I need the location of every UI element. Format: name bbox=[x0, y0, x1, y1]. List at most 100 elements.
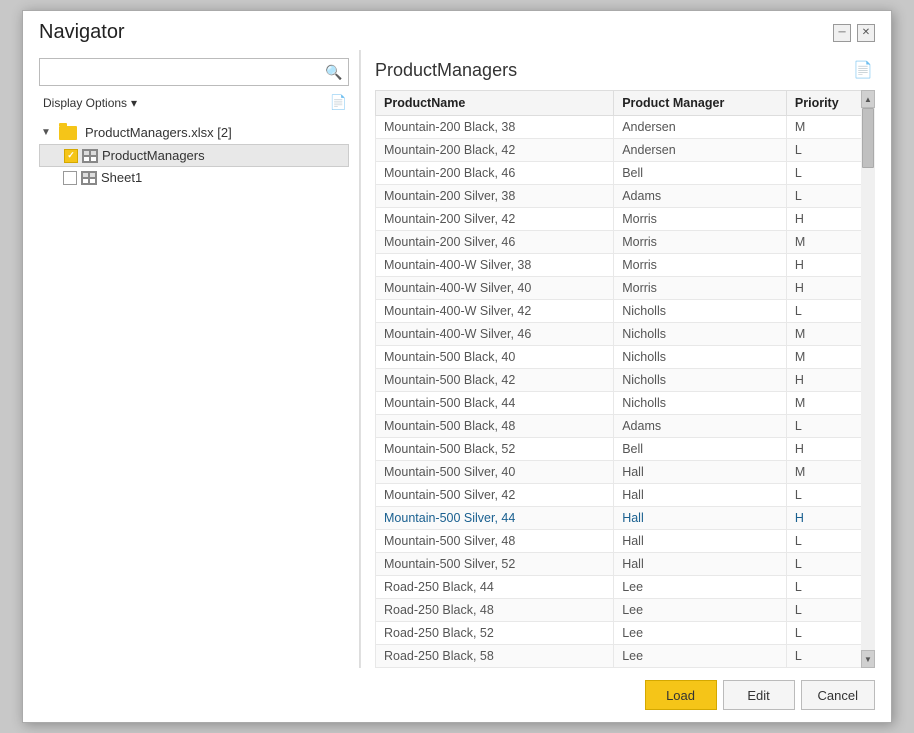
table-row: Mountain-200 Black, 38AndersenM bbox=[376, 116, 875, 139]
table-row: Mountain-200 Silver, 38AdamsL bbox=[376, 185, 875, 208]
table-cell-productname: Mountain-500 Silver, 40 bbox=[376, 461, 614, 484]
table-cell-productname: Mountain-400-W Silver, 38 bbox=[376, 254, 614, 277]
table-row: Mountain-200 Silver, 42MorrisH bbox=[376, 208, 875, 231]
table-row: Mountain-500 Silver, 48HallL bbox=[376, 530, 875, 553]
table-cell-productname: Mountain-200 Black, 46 bbox=[376, 162, 614, 185]
table-row: Road-250 Black, 52LeeL bbox=[376, 622, 875, 645]
table-cell-productname: Mountain-500 Silver, 52 bbox=[376, 553, 614, 576]
tree-file-name: ProductManagers.xlsx [2] bbox=[85, 125, 232, 140]
table-row: Mountain-500 Silver, 52HallL bbox=[376, 553, 875, 576]
tree-expand-toggle[interactable]: ▼ bbox=[41, 127, 55, 138]
table-cell-productmanager: Morris bbox=[614, 277, 787, 300]
table-cell-productmanager: Hall bbox=[614, 507, 787, 530]
table-cell-productmanager: Lee bbox=[614, 645, 787, 668]
table-cell-productname: Mountain-200 Black, 42 bbox=[376, 139, 614, 162]
table-cell-productmanager: Hall bbox=[614, 553, 787, 576]
scrollbar-down-button[interactable]: ▼ bbox=[861, 650, 875, 668]
scrollbar-track bbox=[861, 108, 875, 650]
table-row: Mountain-500 Black, 44NichollsM bbox=[376, 392, 875, 415]
preview-header: ProductManagers 📄 bbox=[375, 58, 875, 82]
close-button[interactable]: ✕ bbox=[857, 24, 875, 42]
load-button[interactable]: Load bbox=[645, 680, 717, 710]
table-cell-productname: Mountain-200 Black, 38 bbox=[376, 116, 614, 139]
navigator-dialog: Navigator ─ ✕ 🔍 Display Options ▾ 📄 bbox=[22, 10, 892, 723]
table-row: Mountain-500 Silver, 40HallM bbox=[376, 461, 875, 484]
data-table: ProductName Product Manager Priority Mou… bbox=[375, 90, 875, 668]
edit-button[interactable]: Edit bbox=[723, 680, 795, 710]
table-cell-productmanager: Lee bbox=[614, 622, 787, 645]
table-cell-productname: Mountain-200 Silver, 38 bbox=[376, 185, 614, 208]
table-cell-productmanager: Adams bbox=[614, 185, 787, 208]
display-options-arrow: ▾ bbox=[131, 96, 137, 110]
table-cell-productname: Mountain-500 Black, 48 bbox=[376, 415, 614, 438]
table-cell-productname: Mountain-400-W Silver, 46 bbox=[376, 323, 614, 346]
table-cell-productmanager: Morris bbox=[614, 208, 787, 231]
table-header: ProductName Product Manager Priority bbox=[376, 91, 875, 116]
display-options-label: Display Options bbox=[43, 96, 127, 110]
table-cell-productname: Road-250 Black, 52 bbox=[376, 622, 614, 645]
table-cell-productname: Mountain-400-W Silver, 42 bbox=[376, 300, 614, 323]
table-cell-productname: Mountain-500 Black, 44 bbox=[376, 392, 614, 415]
table-row: Mountain-500 Silver, 42HallL bbox=[376, 484, 875, 507]
tree-item-productmanagers[interactable]: ProductManagers bbox=[39, 144, 349, 167]
left-panel: 🔍 Display Options ▾ 📄 ▼ ProductManagers.… bbox=[39, 50, 359, 668]
search-button[interactable]: 🔍 bbox=[320, 58, 348, 86]
table-cell-productname: Mountain-200 Silver, 46 bbox=[376, 231, 614, 254]
left-panel-icon-button[interactable]: 📄 bbox=[328, 92, 349, 113]
col-header-productname: ProductName bbox=[376, 91, 614, 116]
table-cell-productname: Mountain-500 Silver, 42 bbox=[376, 484, 614, 507]
display-options-button[interactable]: Display Options ▾ bbox=[39, 94, 141, 112]
table-cell-productmanager: Morris bbox=[614, 231, 787, 254]
table-icon-sheet1 bbox=[81, 171, 97, 185]
tree-item-sheet1-label: Sheet1 bbox=[101, 170, 142, 185]
table-cell-productmanager: Nicholls bbox=[614, 369, 787, 392]
window-controls: ─ ✕ bbox=[833, 24, 875, 42]
tree-area: ▼ ProductManagers.xlsx [2] ProductManage… bbox=[39, 121, 349, 668]
table-cell-productname: Mountain-500 Silver, 48 bbox=[376, 530, 614, 553]
table-cell-productname: Mountain-200 Silver, 42 bbox=[376, 208, 614, 231]
dialog-footer: Load Edit Cancel bbox=[23, 668, 891, 722]
table-cell-productmanager: Lee bbox=[614, 576, 787, 599]
tree-file-node: ▼ ProductManagers.xlsx [2] bbox=[39, 121, 349, 144]
table-row: Road-250 Black, 44LeeL bbox=[376, 576, 875, 599]
folder-icon bbox=[59, 126, 77, 140]
col-header-productmanager: Product Manager bbox=[614, 91, 787, 116]
table-cell-productname: Road-250 Black, 44 bbox=[376, 576, 614, 599]
cancel-button[interactable]: Cancel bbox=[801, 680, 875, 710]
table-row: Road-250 Black, 58LeeL bbox=[376, 645, 875, 668]
search-box: 🔍 bbox=[39, 58, 349, 86]
table-row: Mountain-200 Black, 42AndersenL bbox=[376, 139, 875, 162]
table-row: Mountain-400-W Silver, 46NichollsM bbox=[376, 323, 875, 346]
table-cell-productname: Mountain-500 Silver, 44 bbox=[376, 507, 614, 530]
scrollbar-up-button[interactable]: ▲ bbox=[861, 90, 875, 108]
tree-item-sheet1[interactable]: Sheet1 bbox=[39, 167, 349, 188]
data-table-scroll[interactable]: ProductName Product Manager Priority Mou… bbox=[375, 90, 875, 668]
table-cell-productname: Road-250 Black, 48 bbox=[376, 599, 614, 622]
table-cell-productmanager: Lee bbox=[614, 599, 787, 622]
table-cell-productmanager: Hall bbox=[614, 484, 787, 507]
search-input[interactable] bbox=[40, 63, 320, 82]
header-row: ProductName Product Manager Priority bbox=[376, 91, 875, 116]
table-cell-productname: Mountain-400-W Silver, 40 bbox=[376, 277, 614, 300]
table-row: Mountain-400-W Silver, 42NichollsL bbox=[376, 300, 875, 323]
table-row: Road-250 Black, 48LeeL bbox=[376, 599, 875, 622]
table-cell-productmanager: Nicholls bbox=[614, 323, 787, 346]
table-body: Mountain-200 Black, 38AndersenMMountain-… bbox=[376, 116, 875, 668]
table-row: Mountain-500 Black, 40NichollsM bbox=[376, 346, 875, 369]
right-panel: ProductManagers 📄 ProductName Product Ma… bbox=[360, 50, 875, 668]
table-cell-productmanager: Andersen bbox=[614, 139, 787, 162]
checkbox-sheet1[interactable] bbox=[63, 171, 77, 185]
table-row: Mountain-500 Black, 42NichollsH bbox=[376, 369, 875, 392]
table-row: Mountain-500 Black, 52BellH bbox=[376, 438, 875, 461]
scrollbar-thumb[interactable] bbox=[862, 108, 874, 168]
content-area: 🔍 Display Options ▾ 📄 ▼ ProductManagers.… bbox=[23, 50, 891, 668]
table-row: Mountain-400-W Silver, 38MorrisH bbox=[376, 254, 875, 277]
table-row: Mountain-200 Silver, 46MorrisM bbox=[376, 231, 875, 254]
table-cell-productmanager: Adams bbox=[614, 415, 787, 438]
checkbox-productmanagers[interactable] bbox=[64, 149, 78, 163]
preview-icon-button[interactable]: 📄 bbox=[851, 58, 875, 82]
minimize-button[interactable]: ─ bbox=[833, 24, 851, 42]
table-cell-productmanager: Nicholls bbox=[614, 392, 787, 415]
table-cell-productmanager: Nicholls bbox=[614, 346, 787, 369]
table-row: Mountain-400-W Silver, 40MorrisH bbox=[376, 277, 875, 300]
